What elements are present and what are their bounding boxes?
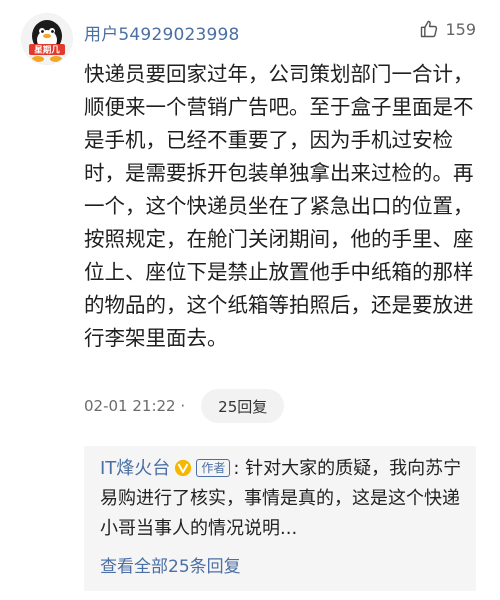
thumbs-up-icon: [421, 20, 438, 38]
replies-button[interactable]: 25回复: [201, 389, 285, 423]
reply-author[interactable]: IT烽火台: [100, 458, 170, 479]
reply-text: IT烽火台 作者: 针对大家的质疑，我向苏宁易购进行了核实，事情是真的，这是这个快…: [100, 454, 464, 544]
like-button[interactable]: 159: [419, 19, 476, 39]
comment-timestamp: 02-01 21:22 ·: [84, 397, 186, 415]
comment-meta: 02-01 21:22 · 25回复: [84, 389, 285, 423]
user-avatar[interactable]: 星期几: [22, 14, 72, 64]
author-badge: 作者: [196, 459, 231, 477]
username[interactable]: 用户54929023998: [84, 20, 240, 45]
verified-v-icon: [175, 459, 192, 477]
like-count: 159: [445, 19, 476, 39]
avatar-caption: 星期几: [34, 45, 60, 56]
view-all-replies-link[interactable]: 查看全部25条回复: [100, 552, 241, 577]
reply-preview[interactable]: IT烽火台 作者: 针对大家的质疑，我向苏宁易购进行了核实，事情是真的，这是这个快…: [84, 446, 476, 591]
comment-card: 星期几 用户54929023998 159 快递员要回家过年，公司策划部门一合计…: [0, 0, 500, 600]
cartoon-penguin-avatar-icon: 星期几: [22, 14, 72, 64]
comment-text: 快递员要回家过年，公司策划部门一合计，顺便来一个营销广告吧。至于盒子里面是不是手…: [84, 62, 474, 350]
